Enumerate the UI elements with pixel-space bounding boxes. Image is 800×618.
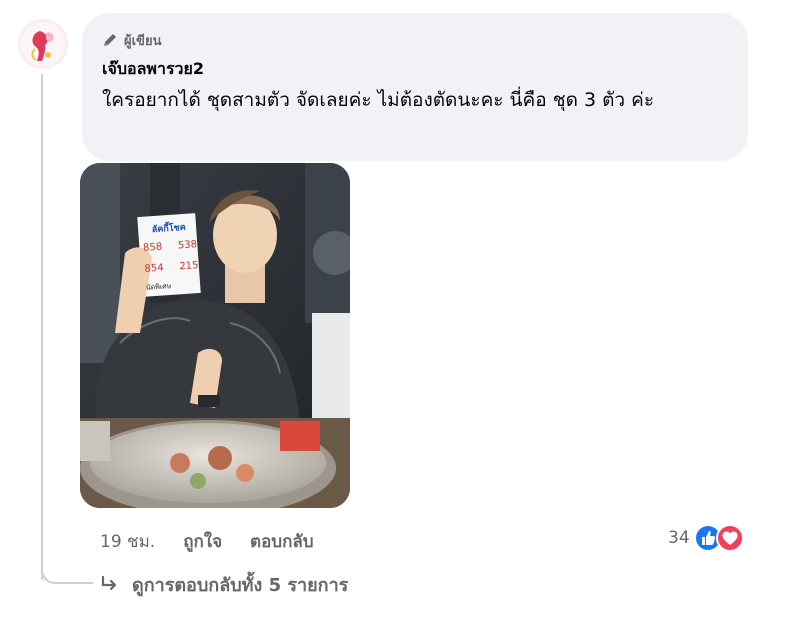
- love-icon: [715, 524, 744, 552]
- reaction-summary[interactable]: 34: [668, 522, 744, 554]
- author-badge-label: ผู้เขียน: [124, 33, 162, 49]
- avatar[interactable]: [18, 19, 68, 69]
- card-number: 538: [177, 239, 198, 252]
- card-number: 854: [144, 262, 165, 275]
- thread-connector: [41, 548, 93, 584]
- reaction-icons: [693, 524, 744, 552]
- card-number: 858: [142, 241, 163, 254]
- view-replies-label: ดูการตอบกลับทั้ง 5 รายการ: [132, 574, 349, 596]
- like-button[interactable]: ถูกใจ: [183, 528, 222, 555]
- reply-arrow-icon: [101, 575, 117, 591]
- comment-actions: 19 ชม. ถูกใจ ตอบกลับ: [100, 527, 314, 555]
- comment-bubble: ผู้เขียน เจ๊บอลพารวย2 ใครอยากได้ ชุดสามต…: [82, 13, 748, 161]
- card-note: นัดพิเศษ: [145, 282, 172, 292]
- author-name[interactable]: เจ๊บอลพารวย2: [102, 59, 728, 79]
- card-number: 215: [179, 260, 199, 273]
- view-replies-link[interactable]: ดูการตอบกลับทั้ง 5 รายการ: [100, 570, 348, 598]
- timestamp[interactable]: 19 ชม.: [100, 528, 155, 555]
- reaction-count: 34: [668, 528, 690, 548]
- comment-photo[interactable]: ลัคกี้โชค 858 538 854 215 นัดพิเศษ: [80, 163, 350, 508]
- author-badge: ผู้เขียน: [102, 29, 728, 51]
- reply-button[interactable]: ตอบกลับ: [250, 528, 314, 555]
- photo-image: [80, 163, 350, 508]
- thread-line: [41, 74, 43, 580]
- pencil-icon: [104, 34, 116, 46]
- comment-text: ใครอยากได้ ชุดสามตัว จัดเลยค่ะ ไม่ต้องตั…: [102, 89, 655, 111]
- card-title: ลัคกี้โชค: [151, 222, 187, 236]
- avatar-image: [18, 19, 68, 69]
- lottery-card: ลัคกี้โชค 858 538 854 215 นัดพิเศษ: [141, 219, 200, 301]
